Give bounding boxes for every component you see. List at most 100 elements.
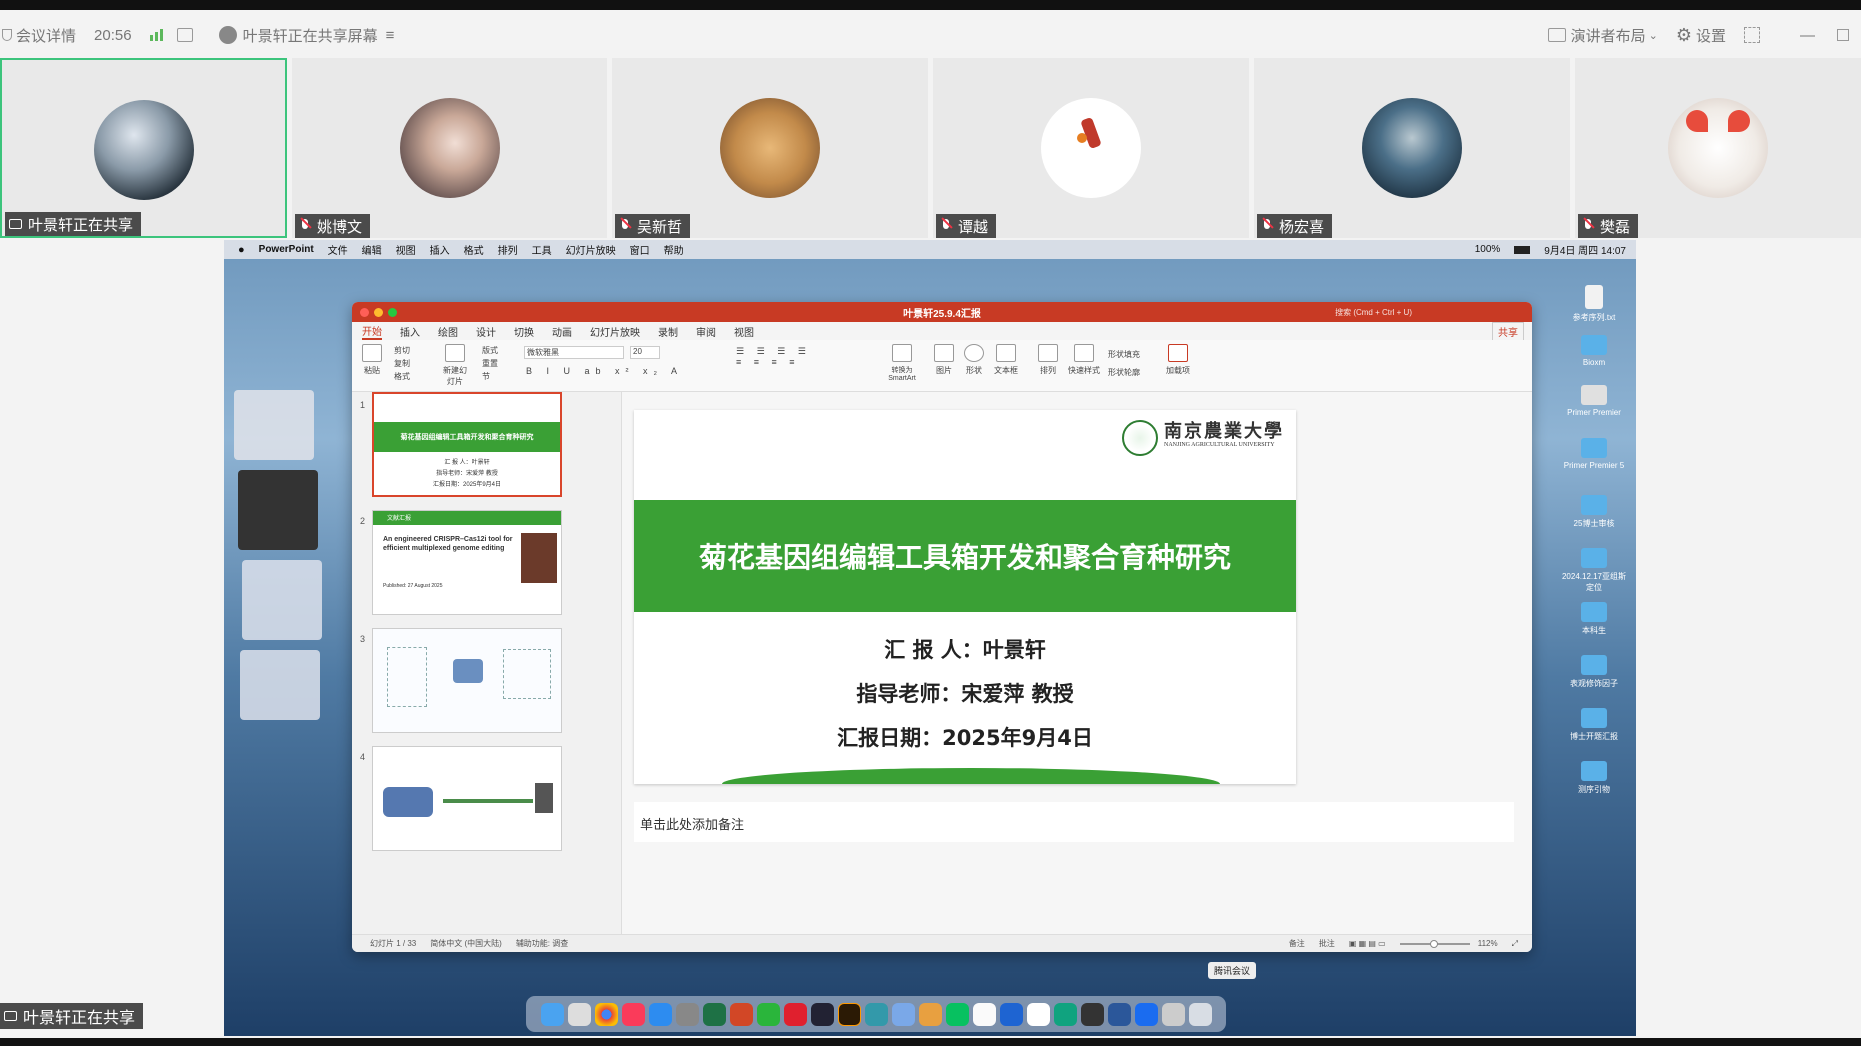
desktop-folder-icon[interactable]: 博士开题汇报 bbox=[1559, 708, 1629, 742]
menubar-app-name[interactable]: PowerPoint bbox=[259, 244, 314, 255]
participant-tile[interactable]: 谭越 bbox=[933, 58, 1249, 238]
settings-button[interactable]: ⚙ 设置 bbox=[1676, 25, 1726, 46]
zoom-slider[interactable] bbox=[1399, 939, 1470, 948]
menu-edit[interactable]: 编辑 bbox=[362, 242, 382, 257]
paste-button[interactable]: 粘贴 bbox=[362, 344, 382, 376]
chrome-icon[interactable] bbox=[594, 1002, 618, 1026]
desktop-file-icon[interactable]: 参考序列.txt bbox=[1559, 285, 1629, 323]
tab-animations[interactable]: 动画 bbox=[552, 324, 572, 339]
chatgpt-icon[interactable] bbox=[1026, 1002, 1050, 1026]
comments-toggle[interactable]: 批注 bbox=[1319, 938, 1335, 949]
fit-window-icon[interactable]: ⤢ bbox=[1512, 939, 1518, 949]
notes-pane[interactable]: 单击此处添加备注 bbox=[634, 802, 1514, 842]
sharing-indicator[interactable]: 叶景轩正在共享屏幕 ≡ bbox=[218, 25, 394, 46]
shape-button[interactable]: 形状 bbox=[964, 344, 984, 376]
app-icon[interactable] bbox=[999, 1002, 1023, 1026]
zoom-icon[interactable] bbox=[388, 308, 397, 317]
slide-thumbnail[interactable]: 文献汇报 An engineered CRISPR–Cas12i tool fo… bbox=[372, 510, 562, 615]
font-format-buttons[interactable]: B I U ab x² x₂ A bbox=[526, 366, 683, 376]
layout-button[interactable]: 演讲者布局 ⌄ bbox=[1547, 25, 1658, 46]
settings-icon[interactable] bbox=[675, 1002, 699, 1026]
menu-help[interactable]: 帮助 bbox=[664, 242, 684, 257]
picture-button[interactable]: 图片 bbox=[934, 344, 954, 376]
trash-icon[interactable] bbox=[1188, 1002, 1212, 1026]
search-box[interactable]: 搜索 (Cmd + Ctrl + U) bbox=[1335, 307, 1412, 318]
format-painter-button[interactable]: 格式 bbox=[394, 370, 410, 383]
tab-draw[interactable]: 绘图 bbox=[438, 324, 458, 339]
app-icon[interactable] bbox=[891, 1002, 915, 1026]
menu-view[interactable]: 视图 bbox=[396, 242, 416, 257]
desktop-folder-icon[interactable]: 本科生 bbox=[1559, 602, 1629, 636]
illustrator-icon[interactable] bbox=[837, 1002, 861, 1026]
share-button[interactable]: 共享 bbox=[1492, 321, 1524, 341]
excel-icon[interactable] bbox=[702, 1002, 726, 1026]
zoom-level[interactable]: 112% bbox=[1478, 939, 1498, 948]
participant-tile[interactable]: 樊磊 bbox=[1575, 58, 1861, 238]
tab-home[interactable]: 开始 bbox=[362, 323, 382, 340]
minimize-icon[interactable] bbox=[374, 308, 383, 317]
textbox-button[interactable]: 文本框 bbox=[994, 344, 1018, 376]
fullscreen-icon[interactable] bbox=[1744, 27, 1760, 43]
menu-window[interactable]: 窗口 bbox=[630, 242, 650, 257]
layout-button[interactable]: 版式 bbox=[482, 344, 498, 357]
tab-insert[interactable]: 插入 bbox=[400, 324, 420, 339]
quickstyle-button[interactable]: 快速样式 bbox=[1068, 344, 1100, 376]
desktop-folder-icon[interactable]: 2024.12.17亚组斯定位 bbox=[1559, 548, 1629, 593]
desktop-folder-icon[interactable]: 25博士审核 bbox=[1559, 495, 1629, 529]
smartart-button[interactable]: 转换为SmartArt bbox=[882, 344, 922, 382]
app-icon[interactable] bbox=[1080, 1002, 1104, 1026]
desktop-folder-icon[interactable]: 测序引物 bbox=[1559, 761, 1629, 795]
slide-thumbnail[interactable] bbox=[372, 746, 562, 851]
word-icon[interactable] bbox=[1107, 1002, 1131, 1026]
menu-file[interactable]: 文件 bbox=[328, 242, 348, 257]
notes-toggle[interactable]: 备注 bbox=[1289, 938, 1305, 949]
shape-fill-button[interactable]: 形状填充 bbox=[1108, 346, 1140, 364]
app-icon[interactable] bbox=[810, 1002, 834, 1026]
addins-button[interactable]: 加载项 bbox=[1166, 344, 1190, 376]
tab-record[interactable]: 录制 bbox=[658, 324, 678, 339]
copy-button[interactable]: 复制 bbox=[394, 357, 410, 370]
restore-icon[interactable] bbox=[1837, 29, 1849, 41]
participant-tile[interactable]: 叶景轩正在共享 bbox=[0, 58, 287, 238]
launchpad-icon[interactable] bbox=[567, 1002, 591, 1026]
powerpoint-icon[interactable] bbox=[729, 1002, 753, 1026]
minimize-icon[interactable]: — bbox=[1800, 27, 1815, 44]
slide-thumbnail[interactable]: 菊花基因组编辑工具箱开发和聚合育种研究 汇 报 人：叶景轩 指导老师：宋爱萍 教… bbox=[372, 392, 562, 497]
finder-icon[interactable] bbox=[540, 1002, 564, 1026]
tab-review[interactable]: 审阅 bbox=[696, 324, 716, 339]
desktop-folder-icon[interactable]: 表观修饰因子 bbox=[1559, 655, 1629, 689]
reset-button[interactable]: 重置 bbox=[482, 357, 498, 370]
app-icon[interactable] bbox=[1161, 1002, 1185, 1026]
apple-icon[interactable]: ● bbox=[238, 244, 245, 256]
tab-slideshow[interactable]: 幻灯片放映 bbox=[590, 324, 640, 339]
meeting-details[interactable]: 会议详情 bbox=[2, 25, 76, 46]
netease-icon[interactable] bbox=[783, 1002, 807, 1026]
wechat-icon[interactable] bbox=[945, 1002, 969, 1026]
new-slide-button[interactable]: 新建幻灯片 bbox=[440, 344, 470, 387]
font-size-select[interactable]: 20 bbox=[630, 346, 660, 359]
app-icon[interactable] bbox=[1053, 1002, 1077, 1026]
language-status[interactable]: 简体中文 (中国大陆) bbox=[430, 938, 502, 949]
font-select[interactable]: 微软雅黑 bbox=[524, 346, 624, 359]
appstore-icon[interactable] bbox=[648, 1002, 672, 1026]
menu-format[interactable]: 格式 bbox=[464, 242, 484, 257]
menu-insert[interactable]: 插入 bbox=[430, 242, 450, 257]
tab-transitions[interactable]: 切换 bbox=[514, 324, 534, 339]
popout-icon[interactable] bbox=[176, 28, 193, 42]
wechat-icon[interactable] bbox=[756, 1002, 780, 1026]
tab-design[interactable]: 设计 bbox=[476, 324, 496, 339]
slide-thumbnail[interactable] bbox=[372, 628, 562, 733]
accessibility-status[interactable]: 辅助功能: 调查 bbox=[516, 938, 568, 949]
arrange-button[interactable]: 排列 bbox=[1038, 344, 1058, 376]
cut-button[interactable]: 剪切 bbox=[394, 344, 410, 357]
close-icon[interactable] bbox=[360, 308, 369, 317]
app-icon[interactable] bbox=[918, 1002, 942, 1026]
desktop-app-icon[interactable]: Bioxm bbox=[1559, 335, 1629, 367]
paragraph-buttons[interactable]: ☰ ☰ ☰ ☰ ≡ ≡ ≡ ≡ bbox=[736, 346, 811, 367]
tencent-meeting-icon[interactable] bbox=[1134, 1002, 1158, 1026]
app-icon[interactable] bbox=[864, 1002, 888, 1026]
section-button[interactable]: 节 bbox=[482, 370, 498, 383]
participant-tile[interactable]: 杨宏喜 bbox=[1254, 58, 1570, 238]
participant-tile[interactable]: 吴新哲 bbox=[612, 58, 928, 238]
desktop-app-icon[interactable]: Primer Premier 5 bbox=[1559, 438, 1629, 470]
